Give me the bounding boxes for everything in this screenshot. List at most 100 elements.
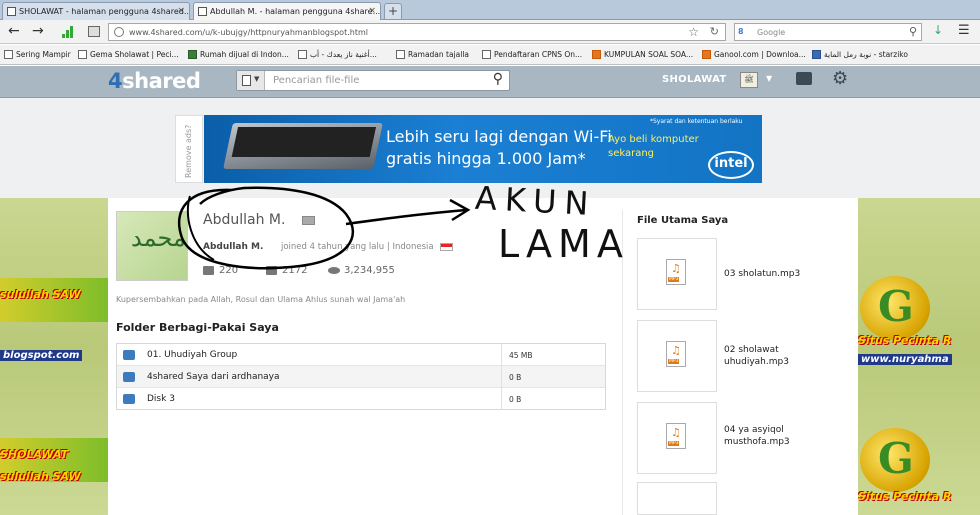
wallpaper-text: sulullah SAW [0, 288, 81, 301]
mp3-file-icon: ♫ MP3 [666, 341, 686, 367]
connection-signal-icon [62, 26, 74, 38]
bookmark-item[interactable]: Gema Sholawat | Peci... [78, 50, 179, 59]
mp3-file-thumbnail[interactable]: ♫ MP3 [637, 320, 717, 392]
wallpaper-text: www.nuryahma [858, 354, 952, 365]
eye-icon [328, 267, 340, 274]
search-icon[interactable]: ⚲ [493, 71, 503, 87]
bookmark-item[interactable]: Pendaftaran CPNS On... [482, 50, 582, 59]
mp3-file-thumbnail[interactable]: ♫ MP3 [637, 238, 717, 310]
mp3-file-icon: ♫ MP3 [666, 423, 686, 449]
main-files-title: File Utama Saya [637, 215, 729, 226]
folder-size: 45 MB [509, 351, 533, 360]
browser-search-box[interactable]: 8 Google ⚲ [734, 23, 922, 41]
mp3-file-thumbnail[interactable]: ♫ MP3 [637, 402, 717, 474]
menu-icon[interactable]: ☰ [958, 23, 970, 38]
indonesia-flag-icon [440, 243, 453, 251]
page-info-icon[interactable] [88, 26, 100, 37]
site-header: 4shared ▼ Pencarian file-file ⚲ SHOLAWAT… [0, 66, 980, 98]
reload-icon[interactable]: ↻ [710, 25, 719, 38]
user-icon [266, 266, 277, 275]
table-row[interactable]: 01. Uhudiyah Group 45 MB [117, 344, 605, 366]
profile-description: Kupersembahkan pada Allah, Rosul dan Ula… [116, 295, 406, 304]
url-text: www.4shared.com/u/k-ubujgy/httpnuryahman… [129, 28, 368, 37]
files-count: 220 [203, 265, 238, 276]
bookmark-label: KUMPULAN SOAL SOA... [604, 50, 694, 59]
bookmark-item[interactable]: نوبة رمل الماية - starziko [812, 50, 908, 59]
forward-arrow-icon[interactable]: → [32, 23, 44, 39]
bookmark-item[interactable]: Ramadan tajalla [396, 50, 469, 59]
username-label[interactable]: SHOLAWAT [662, 74, 727, 85]
file-name[interactable]: 04 ya asyiqol musthofa.mp3 [724, 424, 834, 448]
tab-favicon-icon [7, 7, 16, 16]
bookmark-star-icon[interactable]: ☆ [688, 25, 699, 39]
folder-name[interactable]: 01. Uhudiyah Group [147, 350, 237, 360]
browser-nav-bar: ← → www.4shared.com/u/k-ubujgy/httpnurya… [0, 20, 980, 44]
table-row[interactable]: Disk 3 0 B [117, 388, 605, 410]
ad-terms: *Syarat dan ketentuan berlaku [650, 118, 743, 125]
shared-folders-table: 01. Uhudiyah Group 45 MB 4shared Saya da… [116, 343, 606, 410]
bookmark-favicon-icon [592, 50, 601, 59]
bookmark-label: Gema Sholawat | Peci... [90, 50, 179, 59]
bookmark-item[interactable]: Rumah dijual di Indon... [188, 50, 289, 59]
folder-name[interactable]: Disk 3 [147, 394, 175, 404]
mp3-file-icon: ♫ MP3 [666, 259, 686, 285]
followers-count: 2172 [266, 265, 307, 276]
file-name[interactable]: 02 sholawat uhudiyah.mp3 [724, 344, 834, 368]
folder-icon [123, 350, 135, 360]
file-type-dropdown[interactable]: ▼ [237, 71, 265, 90]
bookmarks-bar: Sering Mampir Gema Sholawat | Peci... Ru… [0, 45, 980, 65]
intel-ad-banner[interactable]: *Syarat dan ketentuan berlaku Lebih seru… [204, 115, 762, 183]
bookmark-label: Ramadan tajalla [408, 50, 470, 59]
search-icon[interactable]: ⚲ [909, 25, 917, 38]
bookmark-favicon-icon [298, 50, 307, 59]
bookmark-favicon-icon [812, 50, 821, 59]
bookmark-item[interactable]: Sering Mampir [4, 50, 71, 59]
profile-avatar: محمد [116, 211, 188, 281]
table-row[interactable]: 4shared Saya dari ardhanaya 0 B [117, 366, 605, 388]
chevron-down-icon[interactable]: ▼ [766, 74, 772, 83]
gear-icon[interactable]: ⚙ [832, 68, 848, 89]
folder-name[interactable]: 4shared Saya dari ardhanaya [147, 372, 280, 382]
views-count: 3,234,955 [328, 265, 395, 276]
tab-favicon-icon [198, 7, 207, 16]
profile-short-name[interactable]: Abdullah M. [203, 242, 263, 252]
bookmark-favicon-icon [396, 50, 405, 59]
ad-cta: Ayo beli komputer [608, 134, 699, 145]
mp3-file-thumbnail[interactable] [637, 482, 717, 515]
bookmark-item[interactable]: أغنية ناز يعدك - أب... [298, 50, 377, 59]
chat-icon[interactable] [796, 72, 812, 85]
bookmark-favicon-icon [482, 50, 491, 59]
profile-name: Abdullah M. [203, 212, 286, 228]
bookmark-item[interactable]: KUMPULAN SOAL SOA... [592, 50, 693, 59]
search-engine-label: Google [757, 28, 786, 37]
new-tab-button[interactable]: + [384, 3, 402, 19]
browser-tab-2[interactable]: Abdullah M. - halaman pengguna 4share...… [193, 2, 381, 20]
download-arrow-icon[interactable]: ↓ [933, 23, 943, 37]
intel-logo: intel [708, 151, 754, 179]
tab-label: SHOLAWAT - halaman pengguna 4shared... [19, 7, 190, 16]
search-placeholder: Pencarian file-file [273, 75, 360, 86]
wallpaper-logo: G [860, 276, 930, 340]
bookmark-item[interactable]: Ganool.com | Downloa... [702, 50, 806, 59]
user-avatar[interactable]: ﷺ [740, 72, 758, 88]
folder-size: 0 B [509, 395, 522, 404]
mail-icon[interactable] [302, 216, 315, 225]
bookmark-label: Rumah dijual di Indon... [200, 50, 289, 59]
site-search-box[interactable]: ▼ Pencarian file-file ⚲ [236, 70, 510, 91]
browser-tab-bar: SHOLAWAT - halaman pengguna 4shared... ×… [0, 0, 980, 20]
folder-icon [123, 372, 135, 382]
close-tab-icon[interactable]: × [177, 6, 185, 16]
google-logo-icon: 8 [738, 27, 744, 36]
close-tab-icon[interactable]: × [368, 6, 376, 16]
remove-ads-button[interactable]: Remove ads? [175, 115, 203, 183]
bookmark-favicon-icon [702, 50, 711, 59]
back-arrow-icon[interactable]: ← [8, 23, 20, 39]
bookmark-label: Pendaftaran CPNS On... [494, 50, 583, 59]
file-name[interactable]: 03 sholatun.mp3 [724, 268, 834, 280]
laptop-image [223, 123, 383, 169]
site-logo[interactable]: 4shared [108, 69, 201, 93]
folder-size: 0 B [509, 373, 522, 382]
browser-tab-1[interactable]: SHOLAWAT - halaman pengguna 4shared... × [2, 2, 190, 20]
address-bar[interactable]: www.4shared.com/u/k-ubujgy/httpnuryahman… [108, 23, 726, 41]
ad-headline: Lebih seru lagi dengan Wi-Fi [386, 127, 612, 146]
